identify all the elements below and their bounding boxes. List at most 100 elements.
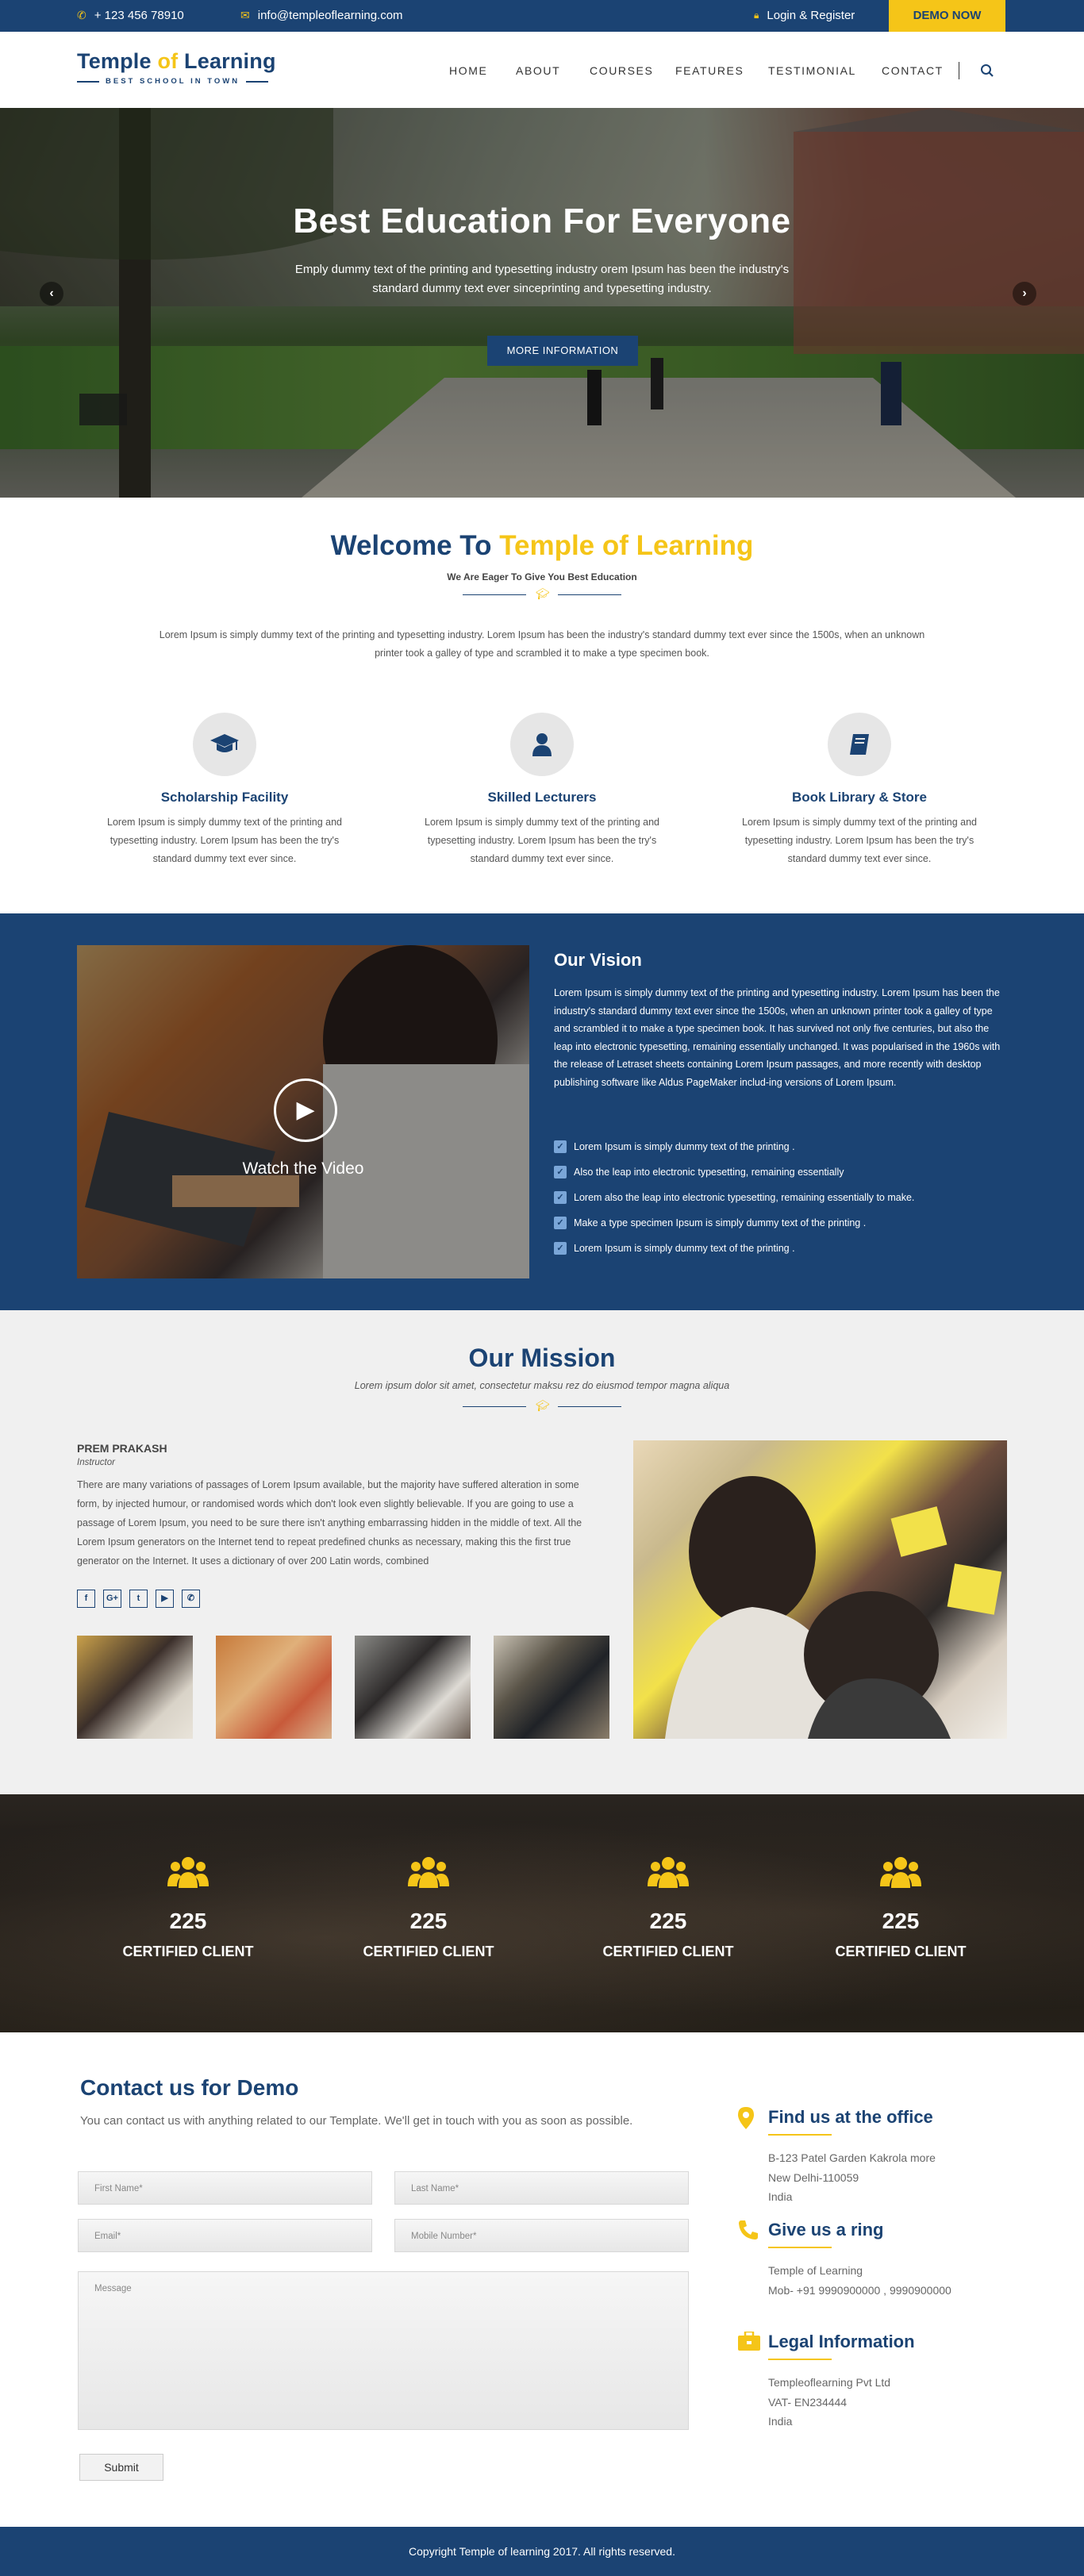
nav-about[interactable]: ABOUT (516, 64, 560, 77)
office-address: B-123 Patel Garden Kakrola more New Delhi… (768, 2151, 936, 2203)
email-contact[interactable]: ✉ info@templeoflearning.com (240, 9, 403, 22)
ring-details: Temple of Learning Mob- +91 9990900000 , … (768, 2264, 951, 2297)
email-field[interactable]: Email* (78, 2219, 372, 2252)
counter-number: 225 (882, 1909, 920, 1933)
watch-video-label: Watch the Video (242, 1159, 364, 1178)
login-register-link[interactable]: 🔒︎ Login & Register (754, 9, 855, 22)
phone-contact[interactable]: ✆ + 123 456 78910 (77, 9, 184, 22)
users-group-icon (93, 1856, 283, 1894)
checklist-item: ✓ Lorem also the leap into electronic typ… (554, 1185, 914, 1210)
checkbox-icon: ✓ (554, 1242, 567, 1255)
legal-title: Legal Information (768, 2332, 915, 2351)
email-address: info@templeoflearning.com (257, 9, 403, 22)
checkbox-icon: ✓ (554, 1191, 567, 1204)
video-thumbnail[interactable]: ▶ Watch the Video (77, 945, 529, 1278)
first-name-field[interactable]: First Name* (78, 2171, 372, 2205)
social-links: f G+ t ▶ ✆ (77, 1590, 200, 1608)
play-icon[interactable]: ▶ (274, 1078, 337, 1142)
site-footer: Copyright Temple of learning 2017. All r… (0, 2527, 1084, 2576)
nav-courses[interactable]: COURSES (590, 64, 653, 77)
instructor-name: PREM PRAKASH (77, 1442, 167, 1455)
briefcase-icon (738, 2330, 760, 2356)
counter-item: 225 CERTIFIED CLIENT (333, 1856, 524, 1960)
demo-now-button[interactable]: DEMO NOW (889, 0, 1005, 32)
logo[interactable]: Temple of Learning BEST SCHOOL IN TOWN (77, 49, 276, 86)
section-divider: 🎓︎ (463, 1399, 621, 1412)
mobile-number-field[interactable]: Mobile Number* (394, 2219, 689, 2252)
mission-title: Our Mission (468, 1344, 616, 1372)
user-icon (510, 713, 574, 776)
slider-next-arrow[interactable]: › (1013, 282, 1036, 306)
nav-home[interactable]: HOME (449, 64, 487, 77)
contact-text: You can contact us with anything related… (80, 2114, 633, 2128)
counter-number: 225 (409, 1909, 448, 1933)
book-icon (828, 713, 891, 776)
welcome-intro: Lorem Ipsum is simply dummy text of the … (159, 629, 925, 659)
slider-prev-arrow[interactable]: ‹ (40, 282, 63, 306)
youtube-icon[interactable]: ▶ (156, 1590, 174, 1608)
feature-text: Lorem Ipsum is simply dummy text of the … (107, 817, 342, 864)
contact-title: Contact us for Demo (80, 2075, 299, 2100)
welcome-subtitle: We Are Eager To Give You Best Education (447, 571, 637, 582)
mission-section: Our Mission Lorem ipsum dolor sit amet, … (0, 1310, 1084, 1794)
more-information-button[interactable]: MORE INFORMATION (487, 336, 638, 366)
checkbox-icon: ✓ (554, 1140, 567, 1153)
message-textarea[interactable]: Message (78, 2271, 689, 2430)
mission-text: There are many variations of passages of… (77, 1479, 582, 1567)
counters-section: 225 CERTIFIED CLIENT 225 CERTIFIED CLIEN… (0, 1794, 1084, 2032)
top-bar: ✆ + 123 456 78910 ✉ info@templeoflearnin… (0, 0, 1084, 32)
logo-text: Temple of Learning (77, 49, 276, 73)
phone-number: + 123 456 78910 (94, 9, 184, 22)
mission-tagline: Lorem ipsum dolor sit amet, consectetur … (354, 1380, 730, 1391)
vision-checklist: ✓ Lorem Ipsum is simply dummy text of the… (554, 1134, 914, 1261)
counter-label: CERTIFIED CLIENT (122, 1944, 254, 1959)
checklist-item: ✓ Make a type specimen Ipsum is simply du… (554, 1210, 914, 1236)
hero-slider: Best Education For Everyone Emply dummy … (0, 108, 1084, 498)
gallery-thumbnail[interactable] (77, 1636, 193, 1739)
gallery-thumbnail[interactable] (216, 1636, 332, 1739)
twitter-icon[interactable]: t (129, 1590, 148, 1608)
instructor-role: Instructor (77, 1458, 115, 1467)
checkbox-icon: ✓ (554, 1166, 567, 1178)
office-title: Find us at the office (768, 2107, 933, 2127)
counter-item: 225 CERTIFIED CLIENT (573, 1856, 763, 1960)
phone-icon (738, 2220, 759, 2246)
vision-title: Our Vision (554, 950, 642, 970)
hero-title: Best Education For Everyone (293, 202, 791, 240)
graduation-cap-icon: 🎓︎ (536, 587, 550, 600)
vision-text: Lorem Ipsum is simply dummy text of the … (554, 987, 1001, 1088)
phone-icon: ✆ (77, 9, 86, 21)
ring-title: Give us a ring (768, 2220, 884, 2240)
feature-title: Book Library & Store (791, 790, 928, 805)
checklist-item: ✓ Also the leap into electronic typesetti… (554, 1159, 914, 1185)
checklist-item: ✓ Lorem Ipsum is simply dummy text of the… (554, 1236, 914, 1261)
facebook-icon[interactable]: f (77, 1590, 95, 1608)
whatsapp-icon[interactable]: ✆ (182, 1590, 200, 1608)
feature-title: Skilled Lecturers (487, 790, 597, 805)
feature-title: Scholarship Facility (160, 790, 289, 805)
welcome-title: Welcome To Temple of Learning (330, 530, 754, 561)
feature-text: Lorem Ipsum is simply dummy text of the … (425, 817, 659, 864)
users-group-icon (573, 1856, 763, 1894)
lock-icon: 🔒︎ (754, 10, 759, 21)
feature-text: Lorem Ipsum is simply dummy text of the … (742, 817, 977, 864)
nav-contact[interactable]: CONTACT (882, 64, 944, 77)
counter-item: 225 CERTIFIED CLIENT (805, 1856, 996, 1960)
nav-features[interactable]: FEATURES (675, 64, 744, 77)
gallery-thumbnail[interactable] (355, 1636, 471, 1739)
logo-tagline: BEST SCHOOL IN TOWN (77, 77, 276, 86)
feature-library: Book Library & Store Lorem Ipsum is simp… (725, 713, 994, 868)
nav-testimonial[interactable]: TESTIMONIAL (768, 64, 856, 77)
counter-label: CERTIFIED CLIENT (835, 1944, 967, 1959)
search-icon[interactable] (980, 63, 994, 78)
checkbox-icon: ✓ (554, 1217, 567, 1229)
counter-label: CERTIFIED CLIENT (363, 1944, 494, 1959)
counter-item: 225 CERTIFIED CLIENT (93, 1856, 283, 1960)
login-register-label: Login & Register (767, 9, 855, 22)
last-name-field[interactable]: Last Name* (394, 2171, 689, 2205)
submit-button[interactable]: Submit (79, 2454, 163, 2481)
graduation-cap-icon: 🎓︎ (536, 1399, 550, 1412)
hero-text: Emply dummy text of the printing and typ… (294, 263, 790, 295)
google-plus-icon[interactable]: G+ (103, 1590, 121, 1608)
gallery-thumbnail[interactable] (494, 1636, 609, 1739)
